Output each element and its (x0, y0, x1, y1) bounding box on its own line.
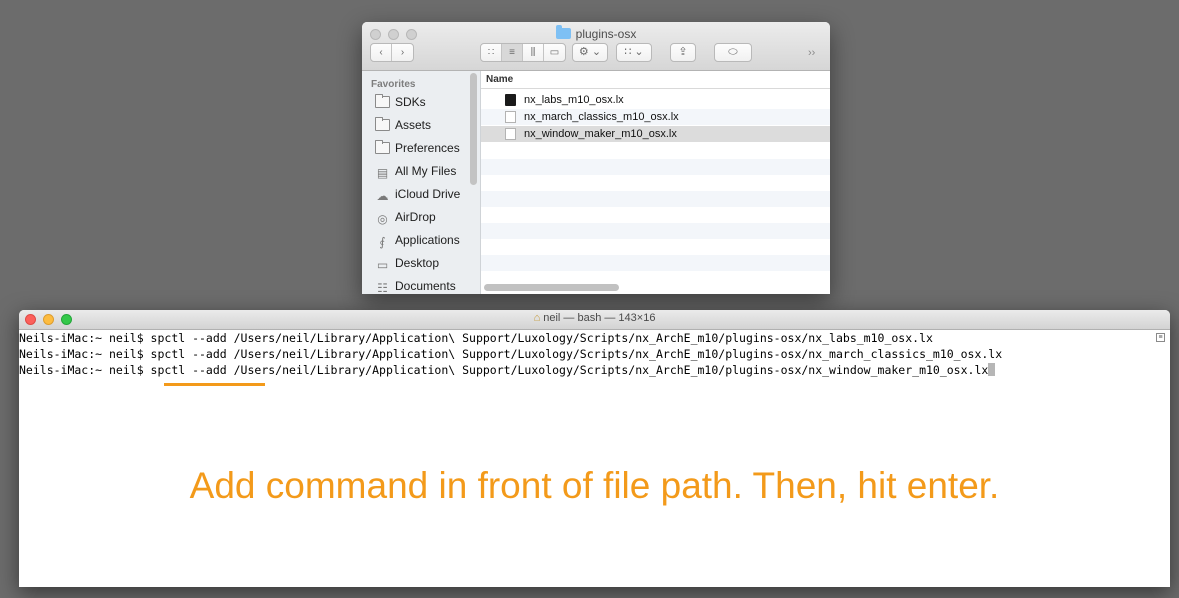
coverflow-view-icon[interactable]: ▭ (544, 44, 565, 61)
finder-window: plugins-osx ‹ › ∷ ≡ ⫼ ▭ ⚙ ⌄ ∷ ⌄ ⇪ ⬭ ›› Favor… (362, 22, 830, 294)
icon-view-icon[interactable]: ∷ (481, 44, 502, 61)
terminal-line-current: Neils-iMac:~ neil$ spctl --add /Users/ne… (19, 362, 996, 378)
sidebar-item-all-my-files[interactable]: ▤ All My Files (375, 161, 480, 181)
finder-toolbar: plugins-osx ‹ › ∷ ≡ ⫼ ▭ ⚙ ⌄ ∷ ⌄ ⇪ ⬭ ›› (362, 22, 830, 71)
applications-icon: ⨐ (379, 235, 386, 249)
file-row-selected[interactable]: nx_window_maker_m10_osx.lx (481, 126, 830, 142)
terminal-titlebar: ⌂ neil — bash — 143×16 (19, 310, 1170, 330)
view-mode-control[interactable]: ∷ ≡ ⫼ ▭ (480, 43, 566, 62)
list-view-icon[interactable]: ≡ (502, 44, 523, 61)
file-row[interactable]: nx_labs_m10_osx.lx (481, 92, 830, 108)
finder-window-title: plugins-osx (362, 25, 830, 41)
folder-icon (375, 94, 390, 108)
tag-icon: ⬭ (728, 46, 738, 58)
desktop-icon: ▭ (376, 258, 389, 272)
sidebar-heading: Favorites (371, 79, 416, 90)
empty-row (481, 191, 830, 207)
terminal-line: Neils-iMac:~ neil$ spctl --add /Users/ne… (19, 331, 933, 345)
share-icon: ⇪ (678, 46, 688, 58)
document-icon (505, 111, 516, 123)
all-files-icon: ▤ (376, 166, 389, 180)
terminal-line: Neils-iMac:~ neil$ spctl --add /Users/ne… (19, 347, 1003, 361)
airdrop-icon: ◎ (377, 212, 388, 226)
sidebar-scrollbar[interactable] (470, 73, 477, 185)
sidebar-item-applications[interactable]: ⨐ Applications (375, 230, 480, 250)
cloud-icon: ☁ (376, 189, 389, 203)
chevron-right-icon[interactable]: › (392, 44, 413, 61)
sidebar-item-documents[interactable]: ☷ Documents (375, 276, 480, 294)
sidebar-item-desktop[interactable]: ▭ Desktop (375, 253, 480, 273)
chevron-down-icon: ⌄ (591, 46, 602, 58)
document-icon (505, 128, 516, 140)
highlight-underline (164, 383, 265, 386)
column-view-icon[interactable]: ⫼ (523, 44, 544, 61)
text-cursor (988, 363, 996, 376)
back-forward-control[interactable]: ‹ › (370, 43, 414, 62)
folder-icon (555, 25, 571, 39)
sidebar-item-assets[interactable]: Assets (375, 115, 480, 135)
terminal-title: ⌂ neil — bash — 143×16 (533, 312, 656, 324)
chevron-down-icon: ⌄ (634, 46, 644, 58)
tags-button[interactable]: ⬭ (714, 43, 752, 62)
sidebar-item-icloud-drive[interactable]: ☁ iCloud Drive (375, 184, 480, 204)
action-menu-button[interactable]: ⚙ ⌄ (572, 43, 608, 62)
empty-row (481, 255, 830, 271)
terminal-window: ⌂ neil — bash — 143×16 Neils-iMac:~ neil$… (19, 310, 1170, 587)
share-button[interactable]: ⇪ (670, 43, 696, 62)
arrange-menu-button[interactable]: ∷ ⌄ (616, 43, 652, 62)
instruction-annotation: Add command in front of file path. Then,… (189, 465, 1000, 506)
finder-sidebar: Favorites SDKs Assets Preferences ▤ All M… (362, 71, 481, 294)
file-row[interactable]: nx_march_classics_m10_osx.lx (481, 109, 830, 125)
sidebar-item-preferences[interactable]: Preferences (375, 138, 480, 158)
toolbar-overflow-icon[interactable]: ›› (808, 47, 815, 59)
scroll-marker-icon[interactable]: ≡ (1156, 333, 1165, 342)
home-icon: ⌂ (533, 312, 541, 324)
sidebar-item-sdks[interactable]: SDKs (375, 92, 480, 112)
gear-icon: ⚙ (578, 46, 589, 58)
horizontal-scrollbar[interactable] (484, 284, 619, 291)
arrange-icon: ∷ (624, 46, 632, 58)
sidebar-item-airdrop[interactable]: ◎ AirDrop (375, 207, 480, 227)
folder-icon (375, 117, 390, 131)
file-list: Name nx_labs_m10_osx.lx nx_march_classic… (481, 71, 830, 294)
chevron-left-icon[interactable]: ‹ (371, 44, 392, 61)
documents-icon: ☷ (377, 281, 388, 294)
executable-icon (505, 94, 516, 106)
folder-icon (375, 140, 390, 154)
empty-row (481, 223, 830, 239)
empty-row (481, 159, 830, 175)
column-header-name[interactable]: Name (481, 71, 830, 89)
